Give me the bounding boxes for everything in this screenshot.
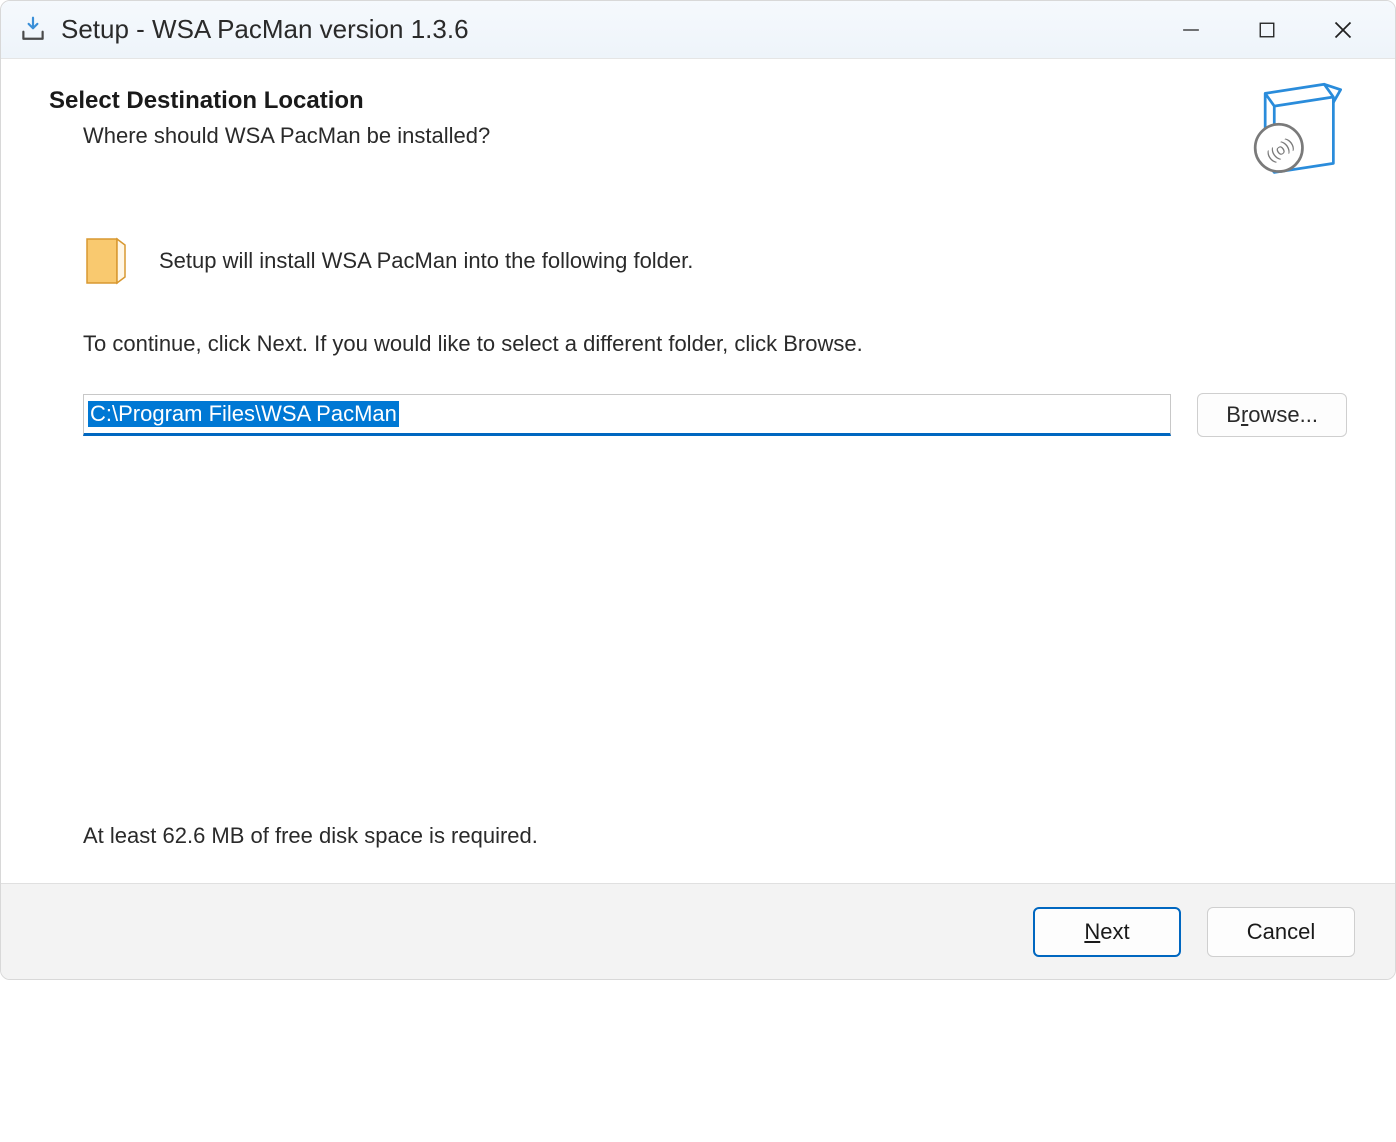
setup-window: Setup - WSA PacMan version 1.3.6 Select … <box>0 0 1396 980</box>
install-intro-text: Setup will install WSA PacMan into the f… <box>159 248 693 274</box>
header-text: Select Destination Location Where should… <box>49 87 1247 149</box>
instruction-text: To continue, click Next. If you would li… <box>83 331 1347 357</box>
header-row: Select Destination Location Where should… <box>49 87 1347 177</box>
page-title: Select Destination Location <box>49 87 1247 115</box>
next-button[interactable]: Next <box>1033 907 1181 957</box>
footer: Next Cancel <box>1 883 1395 979</box>
body-section: Setup will install WSA PacMan into the f… <box>49 235 1347 863</box>
box-disc-icon: ((o)) <box>1247 77 1347 177</box>
folder-row: Setup will install WSA PacMan into the f… <box>83 235 1347 287</box>
window-title: Setup - WSA PacMan version 1.3.6 <box>61 14 1167 45</box>
browse-button[interactable]: Browse... <box>1197 393 1347 437</box>
folder-icon <box>83 235 129 287</box>
close-button[interactable] <box>1319 10 1367 50</box>
content-area: Select Destination Location Where should… <box>1 59 1395 883</box>
app-icon <box>19 16 47 44</box>
destination-path-input[interactable]: C:\Program Files\WSA PacMan <box>83 394 1171 436</box>
path-text: C:\Program Files\WSA PacMan <box>88 401 399 427</box>
maximize-button[interactable] <box>1243 10 1291 50</box>
minimize-button[interactable] <box>1167 10 1215 50</box>
cancel-button[interactable]: Cancel <box>1207 907 1355 957</box>
path-row: C:\Program Files\WSA PacMan Browse... <box>83 393 1347 437</box>
disk-space-text: At least 62.6 MB of free disk space is r… <box>83 823 1347 863</box>
window-controls <box>1167 10 1387 50</box>
page-subtitle: Where should WSA PacMan be installed? <box>83 123 1247 149</box>
titlebar: Setup - WSA PacMan version 1.3.6 <box>1 1 1395 59</box>
